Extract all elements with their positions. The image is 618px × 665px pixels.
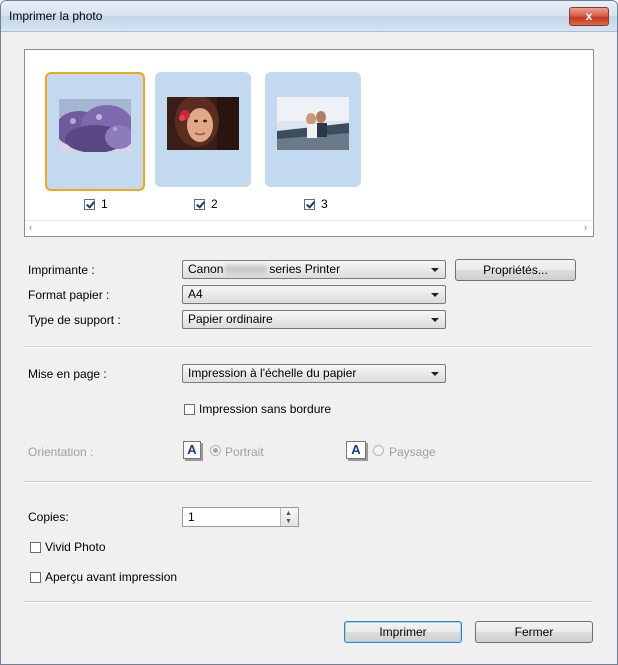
preview-label: Aperçu avant impression [45, 570, 178, 584]
copies-stepper[interactable]: 1 ▲ ▼ [182, 507, 299, 527]
media-type-value: Papier ordinaire [188, 312, 273, 326]
chevron-down-icon [431, 268, 439, 272]
orientation-label: Orientation : [28, 445, 94, 459]
landscape-radio[interactable] [373, 445, 384, 456]
print-button[interactable]: Imprimer [344, 621, 462, 643]
vivid-photo-label: Vivid Photo [45, 540, 106, 554]
window-title: Imprimer la photo [9, 9, 103, 23]
close-icon[interactable]: x [569, 7, 609, 26]
thumbnail-3-number: 3 [321, 197, 328, 211]
thumbnail-2-checkbox[interactable] [194, 198, 205, 210]
title-bar[interactable]: Imprimer la photo x [1, 1, 617, 32]
chevron-down-icon [431, 372, 439, 376]
portrait-orientation-icon: A [183, 441, 201, 459]
borderless-label: Impression sans bordure [199, 402, 332, 416]
scroll-left-icon[interactable]: ‹ [29, 222, 32, 232]
paper-size-label: Format papier : [28, 288, 110, 302]
borderless-row[interactable]: Impression sans bordure [184, 402, 331, 416]
vivid-photo-checkbox[interactable] [30, 541, 41, 553]
properties-button[interactable]: Propriétés... [455, 259, 576, 281]
paper-size-select[interactable]: A4 [182, 285, 446, 304]
thumbnail-3-checkbox-row[interactable]: 3 [304, 197, 328, 211]
landscape-label: Paysage [389, 445, 436, 459]
chevron-down-icon [431, 318, 439, 322]
preview-checkbox[interactable] [30, 571, 41, 583]
copies-label: Copies: [28, 510, 69, 524]
vivid-photo-row[interactable]: Vivid Photo [30, 540, 106, 554]
printer-model-redacted [225, 265, 268, 275]
copies-spin-buttons[interactable]: ▲ ▼ [280, 508, 298, 526]
thumbnail-1[interactable] [45, 72, 145, 191]
printer-select[interactable]: Canon series Printer [182, 260, 446, 279]
layout-value: Impression à l'échelle du papier [188, 366, 357, 380]
thumbnail-3-checkbox[interactable] [304, 198, 315, 210]
separator [24, 481, 592, 483]
copies-value: 1 [188, 510, 195, 524]
media-type-label: Type de support : [28, 313, 121, 327]
preview-row[interactable]: Aperçu avant impression [30, 570, 177, 584]
thumbnail-2-number: 2 [211, 197, 218, 211]
photo-woman-portrait-icon [167, 97, 239, 150]
printer-label: Imprimante : [28, 263, 95, 277]
printer-name-prefix: Canon [188, 262, 224, 276]
scroll-right-icon[interactable]: › [584, 222, 587, 232]
layout-label: Mise en page : [28, 367, 107, 381]
photo-purple-tree-icon [59, 99, 131, 152]
thumbnail-2-checkbox-row[interactable]: 2 [194, 197, 218, 211]
photo-couple-outdoors-icon [277, 97, 349, 150]
print-photo-dialog: Imprimer la photo x 1 2 3 ‹ › Imprimante… [0, 0, 618, 665]
thumbnail-3[interactable] [265, 72, 361, 187]
borderless-checkbox[interactable] [184, 403, 195, 415]
chevron-down-icon [431, 293, 439, 297]
spin-up-icon[interactable]: ▲ [285, 510, 292, 517]
thumbnail-2[interactable] [155, 72, 251, 187]
portrait-radio[interactable] [210, 445, 221, 456]
layout-select[interactable]: Impression à l'échelle du papier [182, 364, 446, 383]
close-button[interactable]: Fermer [475, 621, 593, 643]
spin-down-icon[interactable]: ▼ [285, 518, 292, 525]
media-type-select[interactable]: Papier ordinaire [182, 310, 446, 329]
landscape-orientation-icon: A [346, 441, 366, 459]
thumbnail-1-checkbox-row[interactable]: 1 [84, 197, 108, 211]
thumbnail-panel: 1 2 3 ‹ › [24, 49, 594, 237]
thumbnail-1-checkbox[interactable] [84, 198, 95, 210]
separator [24, 346, 592, 348]
paper-size-value: A4 [188, 287, 203, 301]
portrait-label: Portrait [225, 445, 264, 459]
printer-name-suffix: series Printer [269, 262, 341, 276]
horizontal-scrollbar[interactable]: ‹ › [25, 220, 593, 236]
separator [24, 601, 592, 603]
thumbnail-1-number: 1 [101, 197, 108, 211]
